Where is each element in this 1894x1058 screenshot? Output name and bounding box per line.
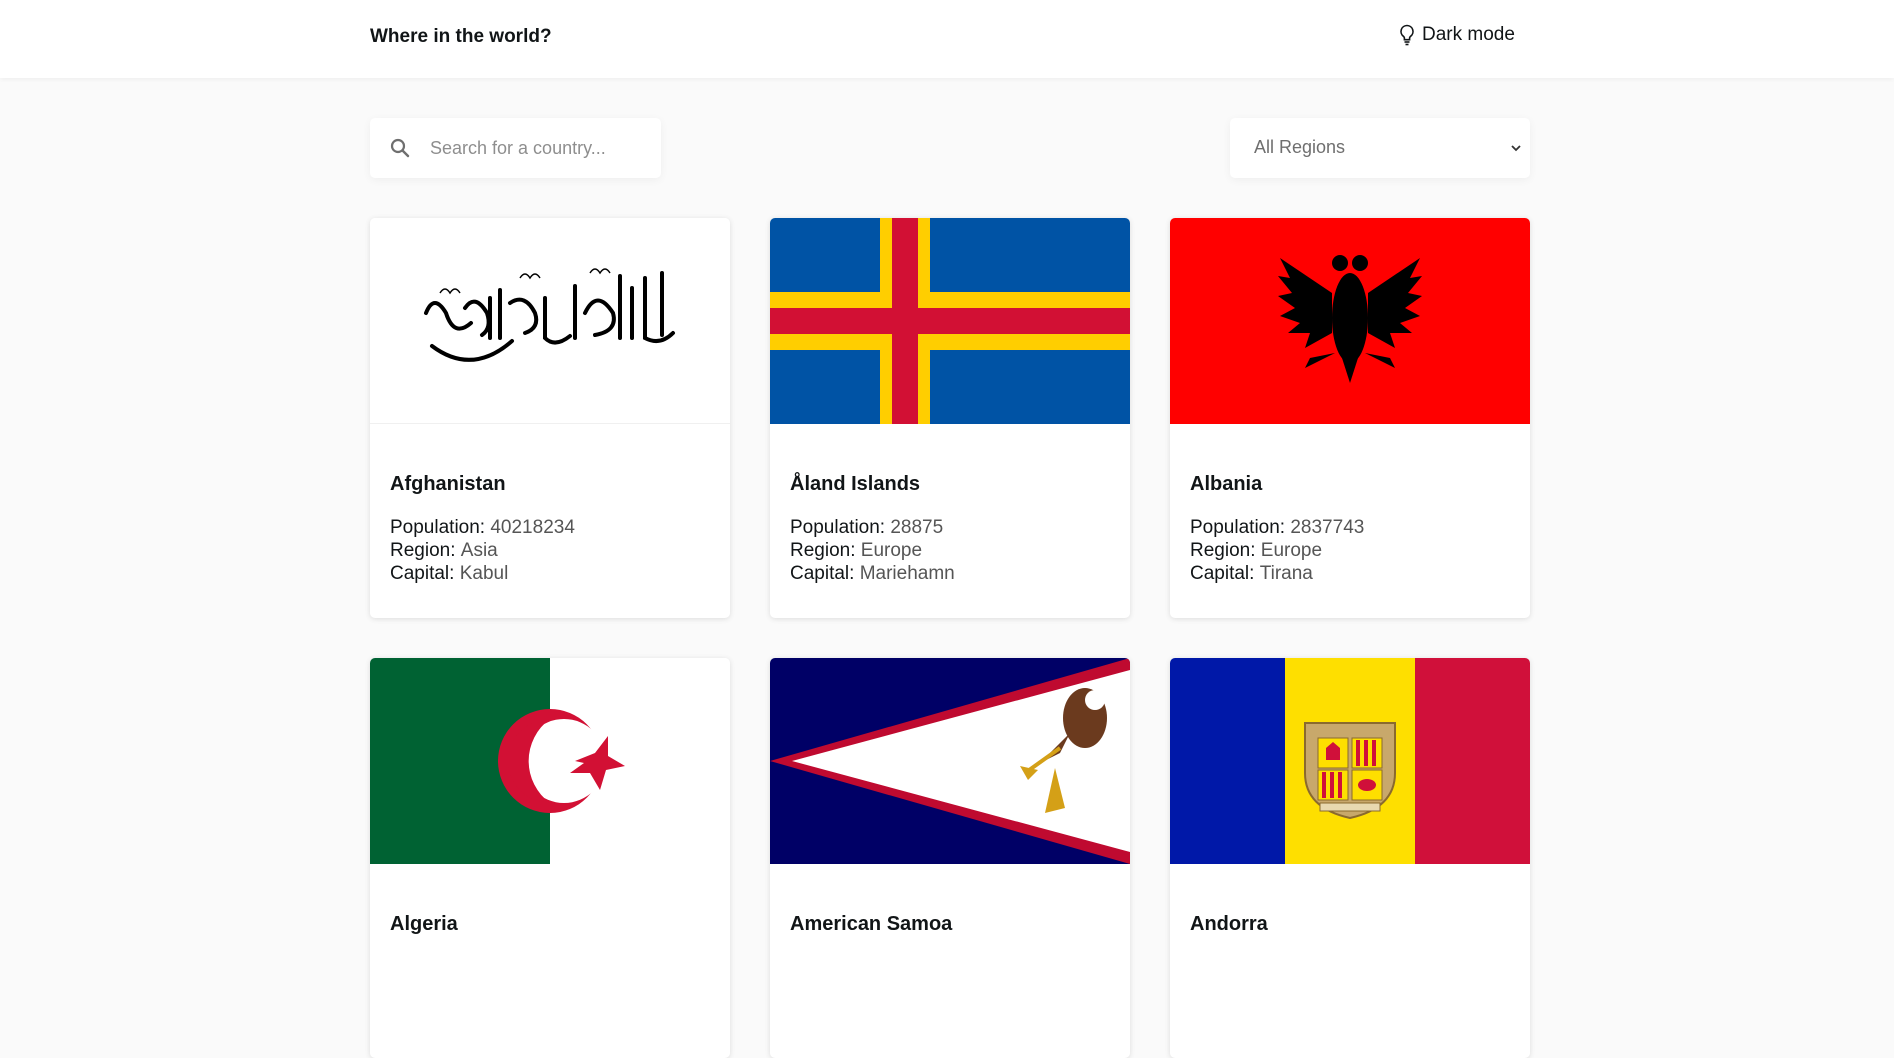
flag-image: [770, 218, 1130, 424]
country-name: American Samoa: [790, 913, 953, 935]
country-name: Albania: [1190, 473, 1263, 495]
afghanistan-flag-emblem: [424, 268, 675, 362]
capital-label: Capital:: [1190, 563, 1255, 584]
region-row: Region: Asia: [390, 539, 710, 562]
population-value: 28875: [890, 517, 944, 538]
country-name: Algeria: [390, 913, 458, 935]
region-value: Asia: [460, 540, 498, 561]
search-icon: [390, 138, 410, 158]
dark-mode-toggle[interactable]: Dark mode: [1398, 24, 1515, 46]
andorra-flag: [1170, 658, 1530, 864]
capital-value: Tirana: [1259, 563, 1313, 584]
region-label: Region:: [1190, 540, 1256, 561]
population-row: Population: 28875: [790, 516, 1110, 539]
flag-image: [1170, 658, 1530, 864]
population-label: Population:: [790, 517, 886, 538]
country-name: Åland Islands: [790, 473, 921, 495]
country-card-algeria[interactable]: Algeria: [370, 658, 730, 1058]
capital-row: Capital: Tirana: [1190, 562, 1510, 585]
region-filter-select[interactable]: All Regions: [1230, 118, 1530, 178]
app-title: Where in the world?: [370, 26, 552, 47]
flag-image: [370, 658, 730, 864]
top-header: Where in the world? Dark mode: [0, 0, 1894, 78]
card-details: Albania Population: 2837743 Region: Euro…: [1190, 473, 1510, 585]
flag-image: [770, 658, 1130, 864]
capital-value: Kabul: [459, 563, 509, 584]
country-name: Afghanistan: [390, 473, 506, 495]
region-row: Region: Europe: [790, 539, 1110, 562]
region-row: Region: Europe: [1190, 539, 1510, 562]
region-label: Region:: [390, 540, 456, 561]
capital-label: Capital:: [790, 563, 855, 584]
chevron-down-icon: [1511, 145, 1521, 152]
card-details: Afghanistan Population: 40218234 Region:…: [390, 473, 710, 585]
albania-flag: [1170, 218, 1530, 424]
population-label: Population:: [1190, 517, 1286, 538]
card-details: Åland Islands Population: 28875 Region: …: [790, 473, 1110, 585]
card-details: American Samoa: [790, 913, 1110, 956]
region-label: Region:: [790, 540, 856, 561]
algeria-flag: [370, 658, 730, 864]
region-value: Europe: [1260, 540, 1323, 561]
lightbulb-icon: [1400, 24, 1414, 46]
flag-image: [370, 218, 730, 424]
population-row: Population: 40218234: [390, 516, 710, 539]
capital-value: Mariehamn: [859, 563, 955, 584]
card-details: Algeria: [390, 913, 710, 956]
card-details: Andorra: [1190, 913, 1510, 956]
country-card-aland-islands[interactable]: Åland Islands Population: 28875 Region: …: [770, 218, 1130, 618]
search-box: [370, 118, 661, 178]
country-card-afghanistan[interactable]: Afghanistan Population: 40218234 Region:…: [370, 218, 730, 618]
search-input[interactable]: [430, 118, 650, 178]
region-filter-value: All Regions: [1254, 137, 1346, 157]
country-card-andorra[interactable]: Andorra: [1170, 658, 1530, 1058]
capital-row: Capital: Mariehamn: [790, 562, 1110, 585]
capital-label: Capital:: [390, 563, 455, 584]
capital-row: Capital: Kabul: [390, 562, 710, 585]
american-samoa-flag: [770, 658, 1130, 864]
aland-flag: [770, 218, 1130, 424]
population-value: 40218234: [490, 517, 575, 538]
country-name: Andorra: [1190, 913, 1268, 935]
dark-mode-label: Dark mode: [1422, 24, 1515, 45]
region-value: Europe: [860, 540, 923, 561]
population-label: Population:: [390, 517, 486, 538]
population-value: 2837743: [1290, 517, 1365, 538]
population-row: Population: 2837743: [1190, 516, 1510, 539]
country-card-american-samoa[interactable]: American Samoa: [770, 658, 1130, 1058]
country-card-albania[interactable]: Albania Population: 2837743 Region: Euro…: [1170, 218, 1530, 618]
flag-image: [1170, 218, 1530, 424]
